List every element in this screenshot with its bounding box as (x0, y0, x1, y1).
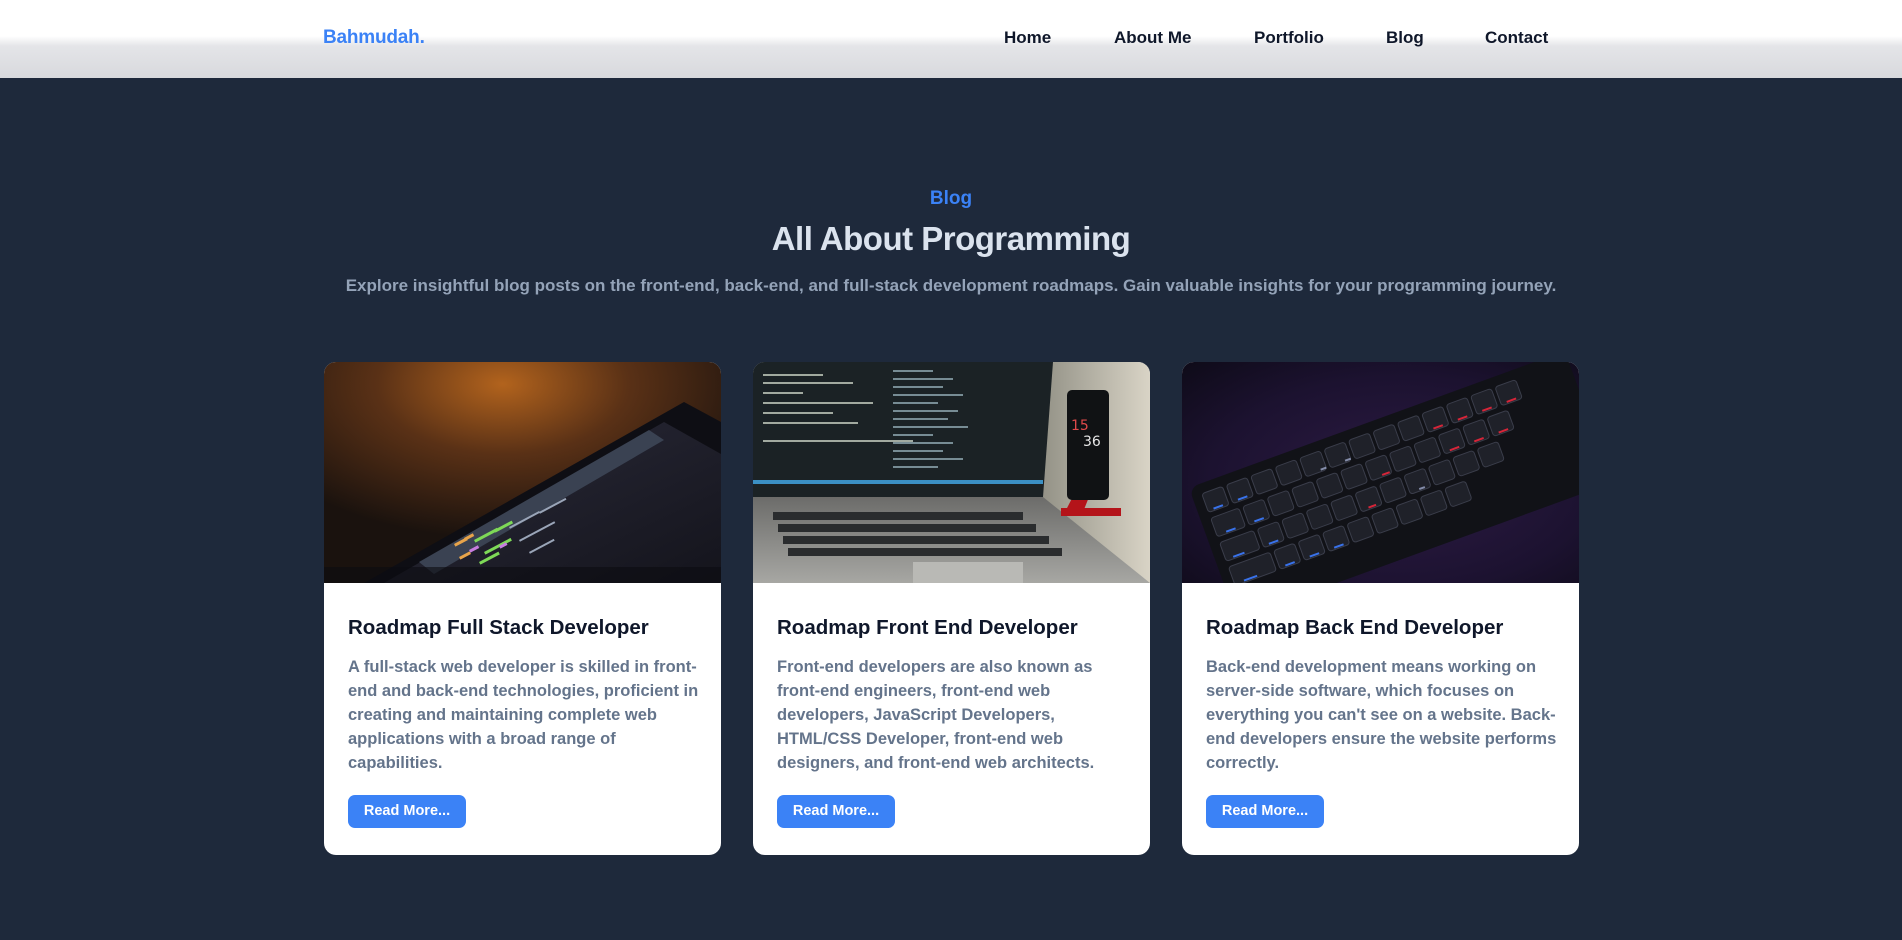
read-more-button[interactable]: Read More... (1206, 795, 1324, 828)
card-image-laptop-code (324, 362, 721, 583)
navbar: Bahmudah. Home About Me Portfolio Blog C… (0, 0, 1902, 78)
card-excerpt: Front-end developers are also known as f… (777, 658, 1095, 772)
card-image-rgb-keyboard (1182, 362, 1579, 583)
nav-menu: Home About Me Portfolio Blog Contact (0, 28, 1902, 52)
phone-clock: 15 (1071, 418, 1089, 434)
nav-link-home[interactable]: Home (1004, 28, 1051, 48)
section-eyebrow: Blog (929, 188, 973, 209)
nav-link-blog[interactable]: Blog (1386, 28, 1424, 48)
section-title: All About Programming (771, 220, 1131, 257)
section-description: Explore insightful blog posts on the fro… (345, 276, 1557, 295)
nav-link-portfolio[interactable]: Portfolio (1254, 28, 1324, 48)
card-title: Roadmap Front End Developer (777, 616, 1078, 639)
read-more-button[interactable]: Read More... (777, 795, 895, 828)
blog-card-full-stack: Roadmap Full Stack Developer A full-stac… (324, 362, 721, 855)
card-image-laptop-phone: 15 36 (753, 362, 1150, 583)
nav-link-about[interactable]: About Me (1114, 28, 1191, 48)
rgb-keyboard-photo (1182, 362, 1579, 583)
card-title: Roadmap Back End Developer (1206, 616, 1504, 639)
laptop-code-photo (324, 362, 721, 583)
card-excerpt: Back-end development means working on se… (1206, 658, 1557, 772)
blog-card-back-end: Roadmap Back End Developer Back-end deve… (1182, 362, 1579, 855)
laptop-phone-photo: 15 36 (753, 362, 1150, 583)
svg-text:36: 36 (1083, 434, 1101, 450)
card-excerpt: A full-stack web developer is skilled in… (348, 658, 699, 772)
blog-card-front-end: 15 36 Roadmap Front End Developer Front-… (753, 362, 1150, 855)
nav-link-contact[interactable]: Contact (1485, 28, 1548, 48)
card-title: Roadmap Full Stack Developer (348, 616, 649, 639)
read-more-button[interactable]: Read More... (348, 795, 466, 828)
